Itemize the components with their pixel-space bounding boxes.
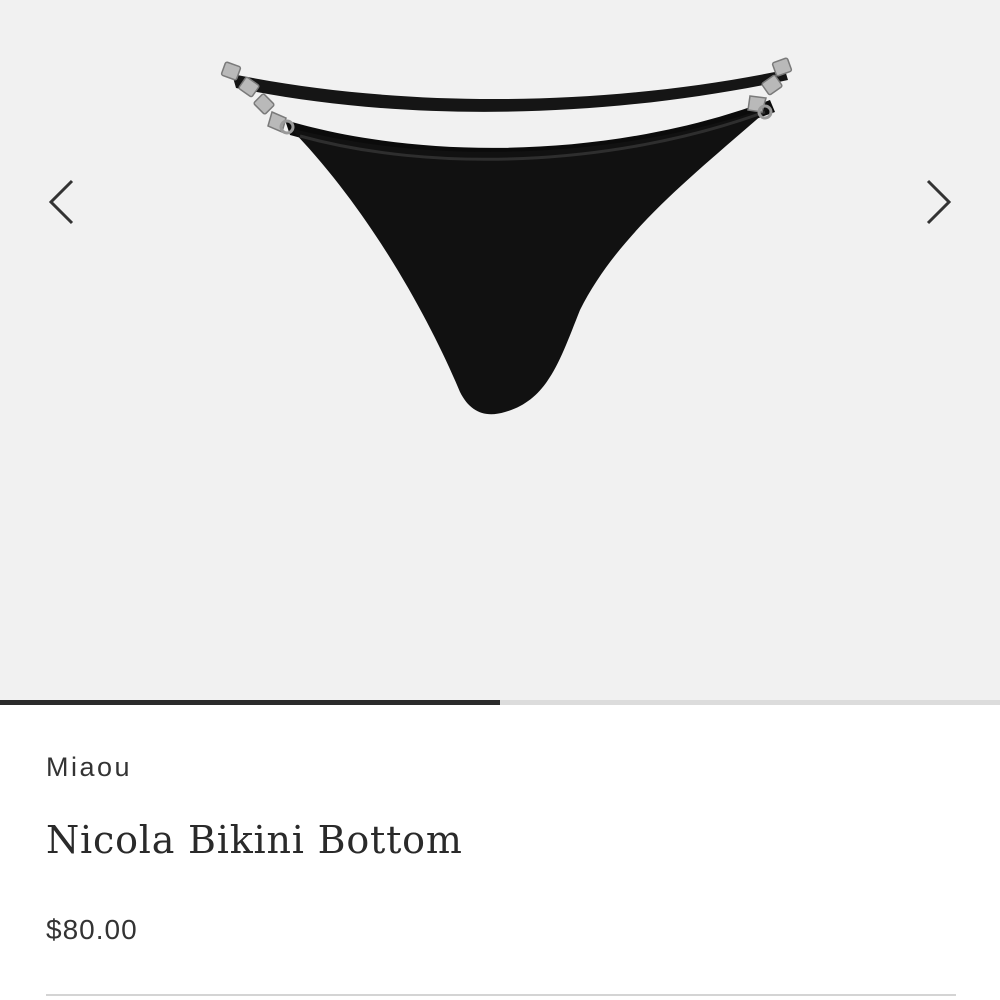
product-image bbox=[220, 57, 793, 415]
product-price: $80.00 bbox=[46, 914, 138, 945]
gallery-progress-fill bbox=[0, 700, 500, 705]
gallery-progress-bar bbox=[0, 700, 1000, 705]
chevron-right-icon bbox=[926, 179, 952, 225]
previous-image-button[interactable] bbox=[31, 172, 91, 232]
product-page: Miaou Nicola Bikini Bottom $80.00 bbox=[0, 0, 1000, 1000]
product-gallery[interactable] bbox=[0, 0, 1000, 700]
chevron-left-icon bbox=[48, 179, 74, 225]
brand-name[interactable]: Miaou bbox=[46, 752, 132, 783]
divider bbox=[46, 994, 956, 996]
product-title: Nicola Bikini Bottom bbox=[46, 818, 463, 862]
next-image-button[interactable] bbox=[909, 172, 969, 232]
